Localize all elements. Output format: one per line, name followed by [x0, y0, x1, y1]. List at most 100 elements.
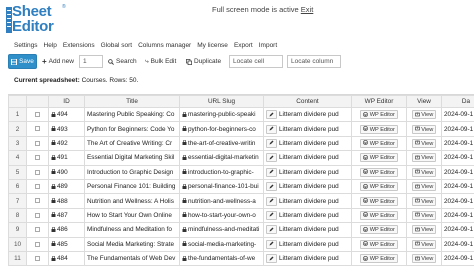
- row-select-cell[interactable]: [26, 193, 49, 209]
- row-checkbox[interactable]: [35, 212, 40, 218]
- add-new-button[interactable]: + Add new: [42, 54, 74, 69]
- content-edit-button[interactable]: [266, 182, 277, 192]
- row-select-cell[interactable]: [26, 236, 49, 252]
- column-header-view[interactable]: View: [406, 95, 442, 108]
- url-slug-cell[interactable]: nutrition-and-wellness-a: [179, 193, 264, 209]
- content-edit-button[interactable]: [266, 124, 277, 134]
- row-checkbox[interactable]: [35, 241, 40, 247]
- row-number[interactable]: 8: [8, 207, 27, 224]
- title-cell[interactable]: Python for Beginners: Code Yo: [84, 121, 180, 137]
- view-button[interactable]: View: [411, 225, 437, 235]
- row-number[interactable]: 3: [8, 135, 27, 152]
- menu-item-import[interactable]: Import: [259, 41, 277, 51]
- row-select-cell[interactable]: [26, 164, 49, 180]
- content-cell[interactable]: Litteram dividere pud: [263, 121, 352, 137]
- column-header-id[interactable]: ID: [48, 95, 85, 108]
- row-select-cell[interactable]: [26, 150, 49, 166]
- row-checkbox[interactable]: [35, 183, 40, 189]
- save-button[interactable]: Save: [8, 54, 37, 69]
- date-cell[interactable]: 2024-09-1: [441, 150, 474, 166]
- content-edit-button[interactable]: [266, 153, 277, 163]
- wp-editor-button[interactable]: WP Editor: [360, 138, 398, 148]
- title-cell[interactable]: Mindfulness and Meditation fo: [84, 222, 180, 238]
- date-cell[interactable]: 2024-09-1: [441, 222, 474, 238]
- view-button[interactable]: View: [411, 196, 437, 206]
- wp-editor-button[interactable]: WP Editor: [360, 254, 398, 264]
- content-cell[interactable]: Litteram dividere pud: [263, 150, 352, 166]
- wp-editor-button[interactable]: WP Editor: [360, 153, 398, 163]
- date-cell[interactable]: 2024-09-1: [441, 236, 474, 252]
- row-select-cell[interactable]: [26, 222, 49, 238]
- wp-editor-button[interactable]: WP Editor: [360, 110, 398, 120]
- date-cell[interactable]: 2024-09-1: [441, 250, 474, 266]
- url-slug-cell[interactable]: introduction-to-graphic-: [179, 164, 264, 180]
- wp-editor-button[interactable]: WP Editor: [360, 167, 398, 177]
- date-cell[interactable]: 2024-09-1: [441, 178, 474, 195]
- bulk-edit-button[interactable]: ⤷ Bulk Edit: [145, 54, 176, 69]
- content-cell[interactable]: Litteram dividere pud: [263, 164, 352, 180]
- view-button[interactable]: View: [411, 254, 437, 264]
- column-header-wp-editor[interactable]: WP Editor: [351, 95, 407, 108]
- date-cell[interactable]: 2024-09-1: [441, 193, 474, 209]
- row-number[interactable]: 9: [8, 222, 27, 238]
- wp-editor-button[interactable]: WP Editor: [360, 196, 398, 206]
- content-edit-button[interactable]: [266, 167, 277, 177]
- url-slug-cell[interactable]: the-art-of-creative-writin: [179, 135, 264, 152]
- title-cell[interactable]: How to Start Your Own Online: [84, 207, 180, 224]
- url-slug-cell[interactable]: python-for-beginners-co: [179, 121, 264, 137]
- content-edit-button[interactable]: [266, 239, 277, 249]
- url-slug-cell[interactable]: essential-digital-marketin: [179, 150, 264, 166]
- content-edit-button[interactable]: [266, 110, 277, 120]
- date-cell[interactable]: 2024-09-1: [441, 106, 474, 123]
- date-cell[interactable]: 2024-09-1: [441, 121, 474, 137]
- title-cell[interactable]: Personal Finance 101: Building: [84, 178, 180, 195]
- row-select-cell[interactable]: [26, 178, 49, 195]
- column-header-date[interactable]: Da: [441, 95, 474, 108]
- row-number[interactable]: 6: [8, 178, 27, 195]
- duplicate-button[interactable]: Duplicate: [186, 54, 221, 69]
- content-cell[interactable]: Litteram dividere pud: [263, 106, 352, 123]
- view-button[interactable]: View: [411, 110, 437, 120]
- date-cell[interactable]: 2024-09-1: [441, 207, 474, 224]
- content-cell[interactable]: Litteram dividere pud: [263, 193, 352, 209]
- view-button[interactable]: View: [411, 124, 437, 134]
- url-slug-cell[interactable]: mastering-public-speaki: [179, 106, 264, 123]
- view-button[interactable]: View: [411, 138, 437, 148]
- row-select-cell[interactable]: [26, 135, 49, 152]
- row-number[interactable]: 7: [8, 193, 27, 209]
- row-number[interactable]: 1: [8, 106, 27, 123]
- content-edit-button[interactable]: [266, 138, 277, 148]
- row-number[interactable]: 5: [8, 164, 27, 180]
- content-edit-button[interactable]: [266, 196, 277, 206]
- view-button[interactable]: View: [411, 182, 437, 192]
- content-edit-button[interactable]: [266, 210, 277, 220]
- menu-item-my-license[interactable]: My license: [197, 41, 228, 51]
- row-checkbox[interactable]: [35, 126, 40, 132]
- row-number[interactable]: 4: [8, 150, 27, 166]
- wp-editor-button[interactable]: WP Editor: [360, 239, 398, 249]
- title-cell[interactable]: Social Media Marketing: Strate: [84, 236, 180, 252]
- column-header-url-slug[interactable]: URL Slug: [179, 95, 264, 108]
- row-checkbox[interactable]: [35, 255, 40, 261]
- content-edit-button[interactable]: [266, 225, 277, 235]
- title-cell[interactable]: The Art of Creative Writing: Cr: [84, 135, 180, 152]
- row-checkbox[interactable]: [35, 227, 40, 233]
- content-cell[interactable]: Litteram dividere pud: [263, 135, 352, 152]
- title-cell[interactable]: The Fundamentals of Web Dev: [84, 250, 180, 266]
- row-checkbox[interactable]: [35, 155, 40, 161]
- row-select-cell[interactable]: [26, 121, 49, 137]
- date-cell[interactable]: 2024-09-1: [441, 135, 474, 152]
- title-cell[interactable]: Mastering Public Speaking: Co: [84, 106, 180, 123]
- row-select-cell[interactable]: [26, 250, 49, 266]
- content-cell[interactable]: Litteram dividere pud: [263, 178, 352, 195]
- wp-editor-button[interactable]: WP Editor: [360, 124, 398, 134]
- row-checkbox[interactable]: [35, 169, 40, 175]
- url-slug-cell[interactable]: the-fundamentals-of-we: [179, 250, 264, 266]
- row-select-cell[interactable]: [26, 207, 49, 224]
- menu-item-extensions[interactable]: Extensions: [63, 41, 95, 51]
- menu-item-global-sort[interactable]: Global sort: [101, 41, 132, 51]
- wp-editor-button[interactable]: WP Editor: [360, 182, 398, 192]
- url-slug-cell[interactable]: how-to-start-your-own-o: [179, 207, 264, 224]
- content-cell[interactable]: Litteram dividere pud: [263, 222, 352, 238]
- row-checkbox[interactable]: [35, 198, 40, 204]
